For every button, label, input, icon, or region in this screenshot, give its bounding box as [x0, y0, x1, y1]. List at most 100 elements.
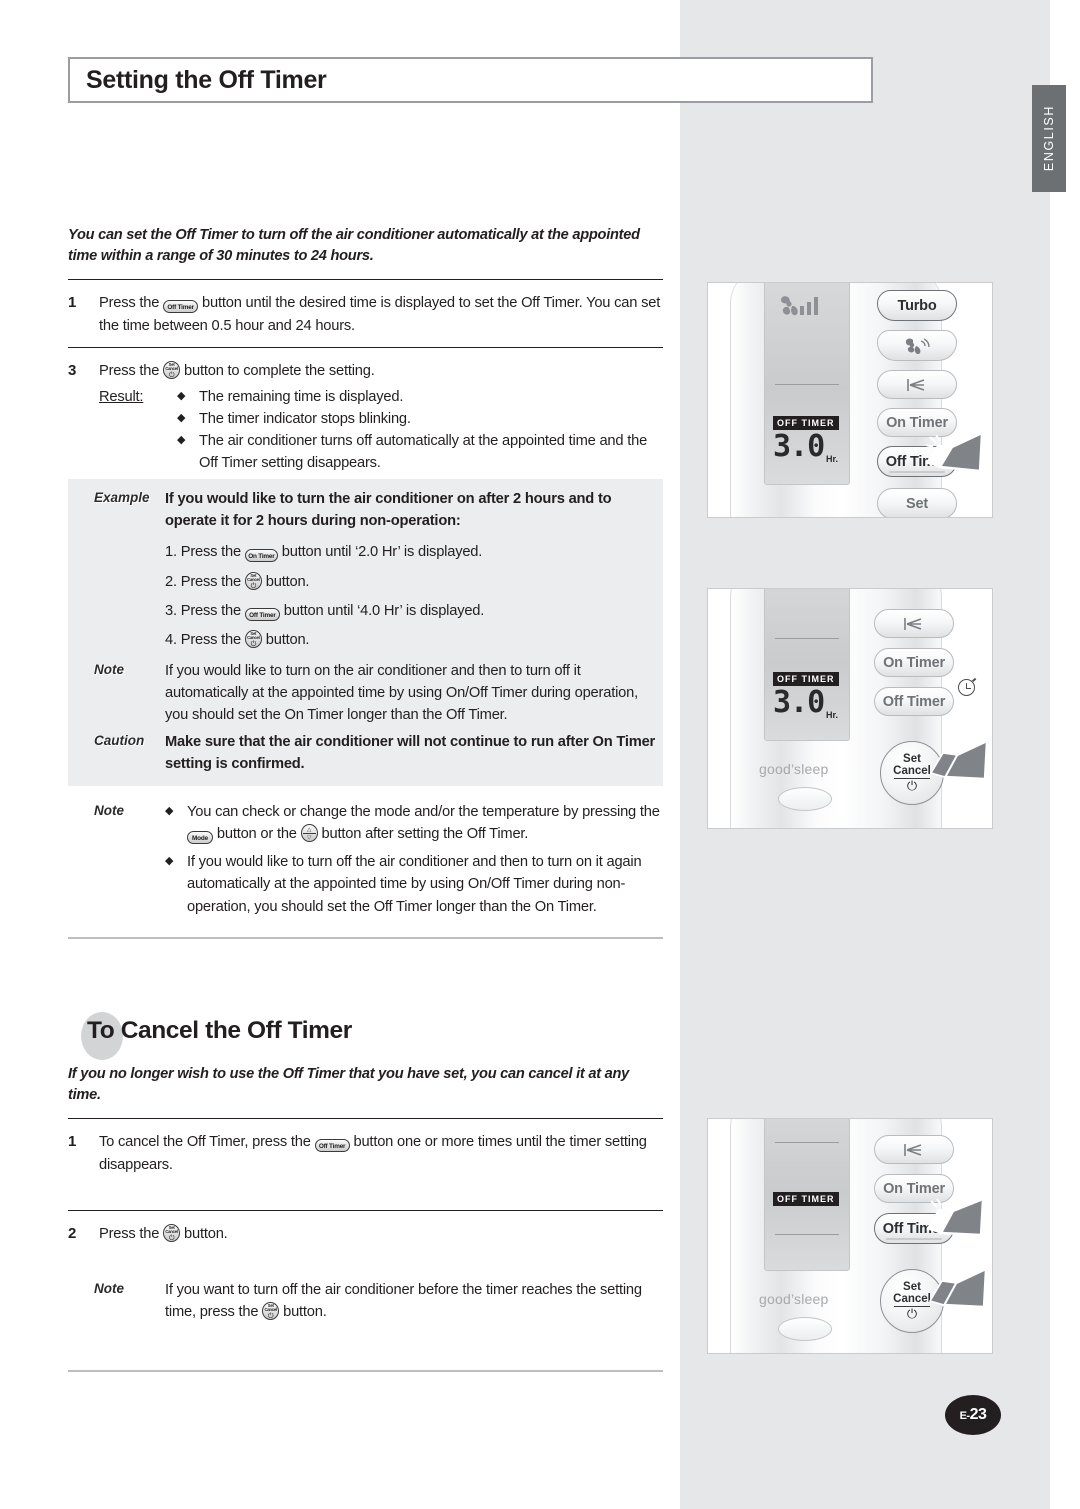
step-text-a: Press the: [99, 363, 160, 379]
example-step-num: 2.: [165, 573, 177, 590]
main-content-column: You can set the Off Timer to turn off th…: [68, 225, 663, 939]
clock-tick-icon: [971, 677, 977, 682]
step-text-a: Press the: [99, 295, 160, 312]
lcd-time-unit: Hr.: [826, 454, 839, 464]
lcd-screen: OFF TIMER 3.0 Hr.: [764, 283, 850, 485]
cancel-step-1: 1 To cancel the Off Timer, press the Off…: [68, 1119, 663, 1186]
off-timer-icon: Off Timer: [244, 607, 280, 621]
example-step: 1. Press the On Timer button until ‘2.0 …: [165, 541, 663, 563]
set-button-label: Set: [906, 495, 928, 512]
example-step-text-b: button until ‘4.0 Hr’ is displayed.: [283, 602, 485, 619]
step-text-b: button.: [184, 1226, 228, 1242]
lcd-time-unit: Hr.: [826, 710, 839, 720]
result-block: Result: ◆ The remaining time is displaye…: [99, 386, 663, 474]
lcd-divider: [775, 1234, 839, 1235]
note-tag: Note: [94, 803, 124, 819]
example-step: 3. Press the Off Timer button until ‘4.0…: [165, 600, 663, 622]
set-button-partial[interactable]: Set: [877, 488, 957, 517]
page-outer-margin: [1050, 0, 1080, 1509]
diamond-bullet-icon: ◆: [177, 412, 186, 425]
example-tag: Example: [94, 489, 150, 505]
note-bullets-callout: Note ◆ You can check or change the mode …: [68, 800, 663, 918]
good-sleep-button[interactable]: [778, 787, 832, 811]
fan-speed-button[interactable]: [877, 330, 957, 361]
result-label: Result:: [99, 389, 144, 406]
note-bullet-item: ◆ If you would like to turn off the air …: [165, 851, 663, 917]
turbo-button-label: Turbo: [897, 297, 937, 314]
mode-icon: Mode: [187, 831, 213, 845]
figure-remote-set-cancel-confirm: OFF TIMER 3.0 Hr. good’sleep On Timer Of…: [707, 588, 993, 829]
step-text: Press the Off Timer button until the des…: [99, 292, 663, 337]
off-timer-badge: OFF TIMER: [773, 1192, 839, 1206]
example-step: 2. Press the Set Cancel ⏻ button.: [165, 571, 663, 593]
diamond-bullet-icon: ◆: [177, 434, 186, 447]
example-step-list: 1. Press the On Timer button until ‘2.0 …: [165, 541, 663, 651]
step-number: 3: [68, 362, 77, 379]
set-cancel-icon-line2: Cancel: [264, 1306, 277, 1312]
step-number: 1: [68, 1133, 77, 1151]
off-timer-button[interactable]: Off Timer: [874, 687, 954, 716]
page-title-box: Setting the Off Timer: [68, 57, 873, 103]
example-step-text-a: Press the: [180, 632, 241, 649]
page-number-prefix: E-: [959, 1410, 971, 1422]
diamond-bullet-icon: ◆: [165, 855, 174, 868]
example-step-text-b: button.: [265, 573, 310, 590]
on-timer-button[interactable]: On Timer: [874, 648, 954, 677]
result-list: ◆ The remaining time is displayed. ◆ The…: [177, 386, 663, 474]
cancel-section: To Cancel the Off Timer If you no longer…: [68, 1010, 663, 1373]
set-cancel-icon-line2: Cancel: [247, 635, 260, 641]
figure-remote-cancel-off-timer: OFF TIMER good’sleep On Timer Off Timer …: [707, 1118, 993, 1354]
set-cancel-icon-line2: Cancel: [247, 576, 260, 582]
power-glyph: ⏻: [168, 372, 175, 379]
note-text-a: If you want to turn off the air conditio…: [165, 1281, 642, 1320]
swing-icon: [907, 378, 925, 391]
set-cancel-icon-line2: Cancel: [165, 1229, 178, 1234]
lcd-screen: OFF TIMER 3.0 Hr.: [764, 589, 850, 741]
note-tag: Note: [94, 661, 124, 677]
note-bullet-item: ◆ You can check or change the mode and/o…: [165, 801, 663, 845]
divider: [68, 1370, 663, 1373]
note-callout: Note If you would like to turn on the ai…: [68, 659, 663, 728]
step-3: 3 Press the Set Cancel ⏻ button to compl…: [68, 348, 663, 479]
set-cancel-button-label-set: Set: [903, 752, 921, 765]
press-cursor-icon: [926, 1265, 988, 1321]
set-cancel-icon: Set Cancel ⏻: [163, 361, 181, 379]
note-bullet-text-a: You can check or change the mode and/or …: [187, 804, 660, 821]
good-sleep-button[interactable]: [778, 1317, 832, 1341]
example-step-num: 1.: [165, 544, 177, 561]
example-step-num: 4.: [165, 632, 177, 649]
press-cursor-icon: [922, 429, 984, 481]
set-cancel-button-label-cancel: Cancel: [893, 764, 931, 777]
note-bullet-text-c: button after setting the Off Timer.: [321, 826, 529, 843]
swing-button[interactable]: [874, 1135, 954, 1164]
cancel-step-2: 2 Press the Set Cancel ⏻ button.: [68, 1211, 663, 1256]
cancel-note-callout: Note If you want to turn off the air con…: [68, 1278, 663, 1325]
fan-speed-indicator-icon: [779, 292, 827, 323]
example-step-text-a: Press the: [180, 573, 241, 590]
power-glyph: ⏻: [250, 641, 257, 649]
caution-text: Make sure that the air conditioner will …: [165, 733, 656, 772]
swing-button[interactable]: [874, 609, 954, 638]
set-cancel-icon: Set Cancel ⏻: [262, 1301, 280, 1320]
example-step-text-a: Press the: [180, 544, 241, 561]
power-glyph: ⏻: [250, 582, 257, 590]
good-sleep-label: good’sleep: [759, 1291, 829, 1307]
swing-button[interactable]: [877, 370, 957, 399]
example-step-num: 3.: [165, 602, 177, 619]
section2-heading: To Cancel the Off Timer: [87, 1017, 352, 1044]
off-timer-badge: OFF TIMER: [773, 416, 839, 430]
on-timer-button-label: On Timer: [883, 654, 945, 671]
language-tab-label: ENGLISH: [1042, 105, 1056, 172]
fan-icon: [905, 338, 930, 354]
step-text-b: button to complete the setting.: [184, 363, 375, 379]
note-text-b: button.: [283, 1303, 327, 1320]
turbo-button[interactable]: Turbo: [877, 290, 957, 321]
lcd-divider: [775, 384, 839, 385]
off-timer-button-label: Off Timer: [882, 693, 946, 710]
power-glyph: ⏻: [168, 1235, 175, 1242]
example-step-text-a: Press the: [180, 602, 241, 619]
example-heading: If you would like to turn the air condit…: [165, 490, 612, 529]
page-number-value: 23: [969, 1406, 987, 1423]
caution-tag: Caution: [94, 732, 145, 748]
swing-icon: [904, 617, 922, 630]
